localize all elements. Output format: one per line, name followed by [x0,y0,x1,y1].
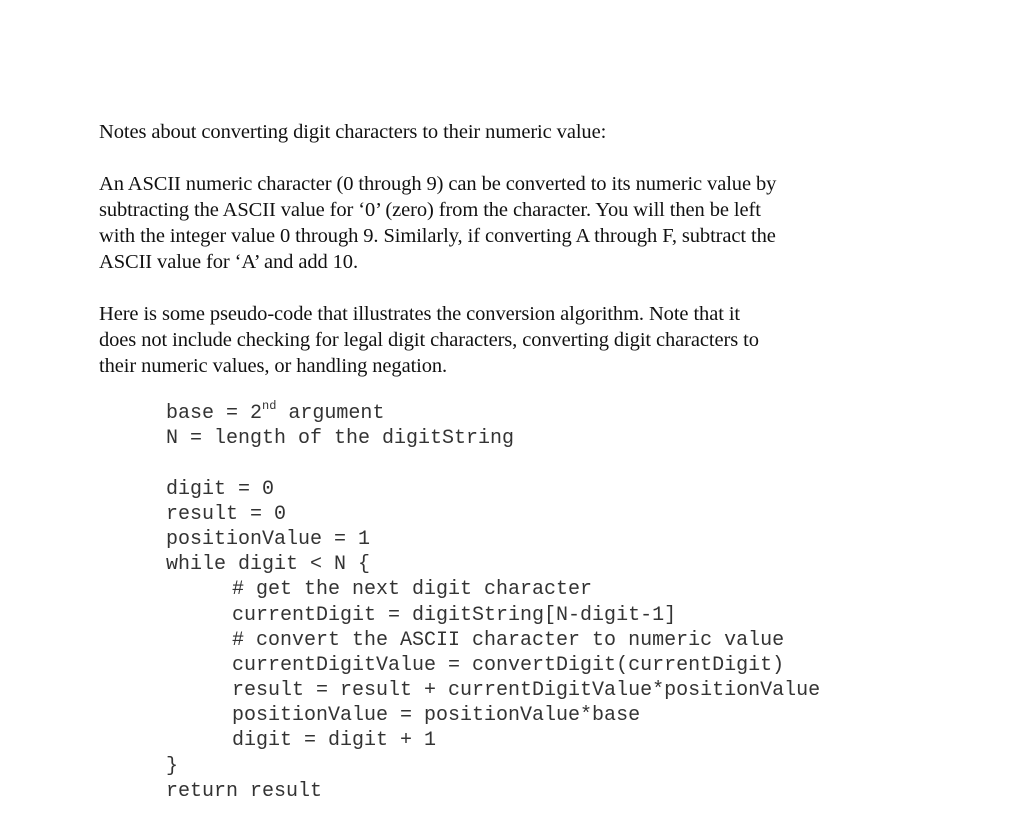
code-line-close-brace: } [166,754,179,778]
code-line-loop-body: positionValue = positionValue*base [232,704,641,728]
paragraph-line: does not include checking for legal digi… [99,329,759,351]
paragraph-line: subtracting the ASCII value for ‘0’ (zer… [99,199,761,221]
code-line-loop-body: currentDigitValue = convertDigit(current… [232,653,785,677]
paragraph-line: their numeric values, or handling negati… [99,355,448,377]
code-line-result: result = 0 [166,502,287,526]
paragraph-line: with the integer value 0 through 9. Simi… [99,225,776,247]
paragraph-line: ASCII value for ‘A’ and add 10. [99,251,358,273]
ascii-conversion-paragraph: An ASCII numeric character (0 through 9)… [99,171,899,275]
pseudo-code-block: base = 2nd argument N = length of the di… [166,399,821,804]
paragraph-line: An ASCII numeric character (0 through 9)… [99,173,777,195]
paragraph-line: Here is some pseudo-code that illustrate… [99,303,741,325]
code-line-loop-body: digit = digit + 1 [232,729,437,753]
code-line-loop-body: # get the next digit character [232,578,593,602]
code-line-position-value: positionValue = 1 [166,527,371,551]
code-text: base = 2 [166,402,263,425]
code-line-return: return result [166,779,323,803]
ordinal-superscript: nd [262,399,277,413]
notes-heading: Notes about converting digit characters … [99,121,607,143]
code-line-n: N = length of the digitString [166,427,515,451]
code-line-base: base = 2nd argument [166,399,820,426]
pseudo-code-intro-paragraph: Here is some pseudo-code that illustrate… [99,301,899,379]
code-text: argument [276,402,385,425]
code-line-while: while digit < N { [166,553,371,577]
code-line-digit: digit = 0 [166,477,275,501]
code-line-loop-body: result = result + currentDigitValue*posi… [232,679,821,703]
code-line-loop-body: # convert the ASCII character to numeric… [232,628,785,652]
code-line-loop-body: currentDigit = digitString[N-digit-1] [232,603,677,627]
